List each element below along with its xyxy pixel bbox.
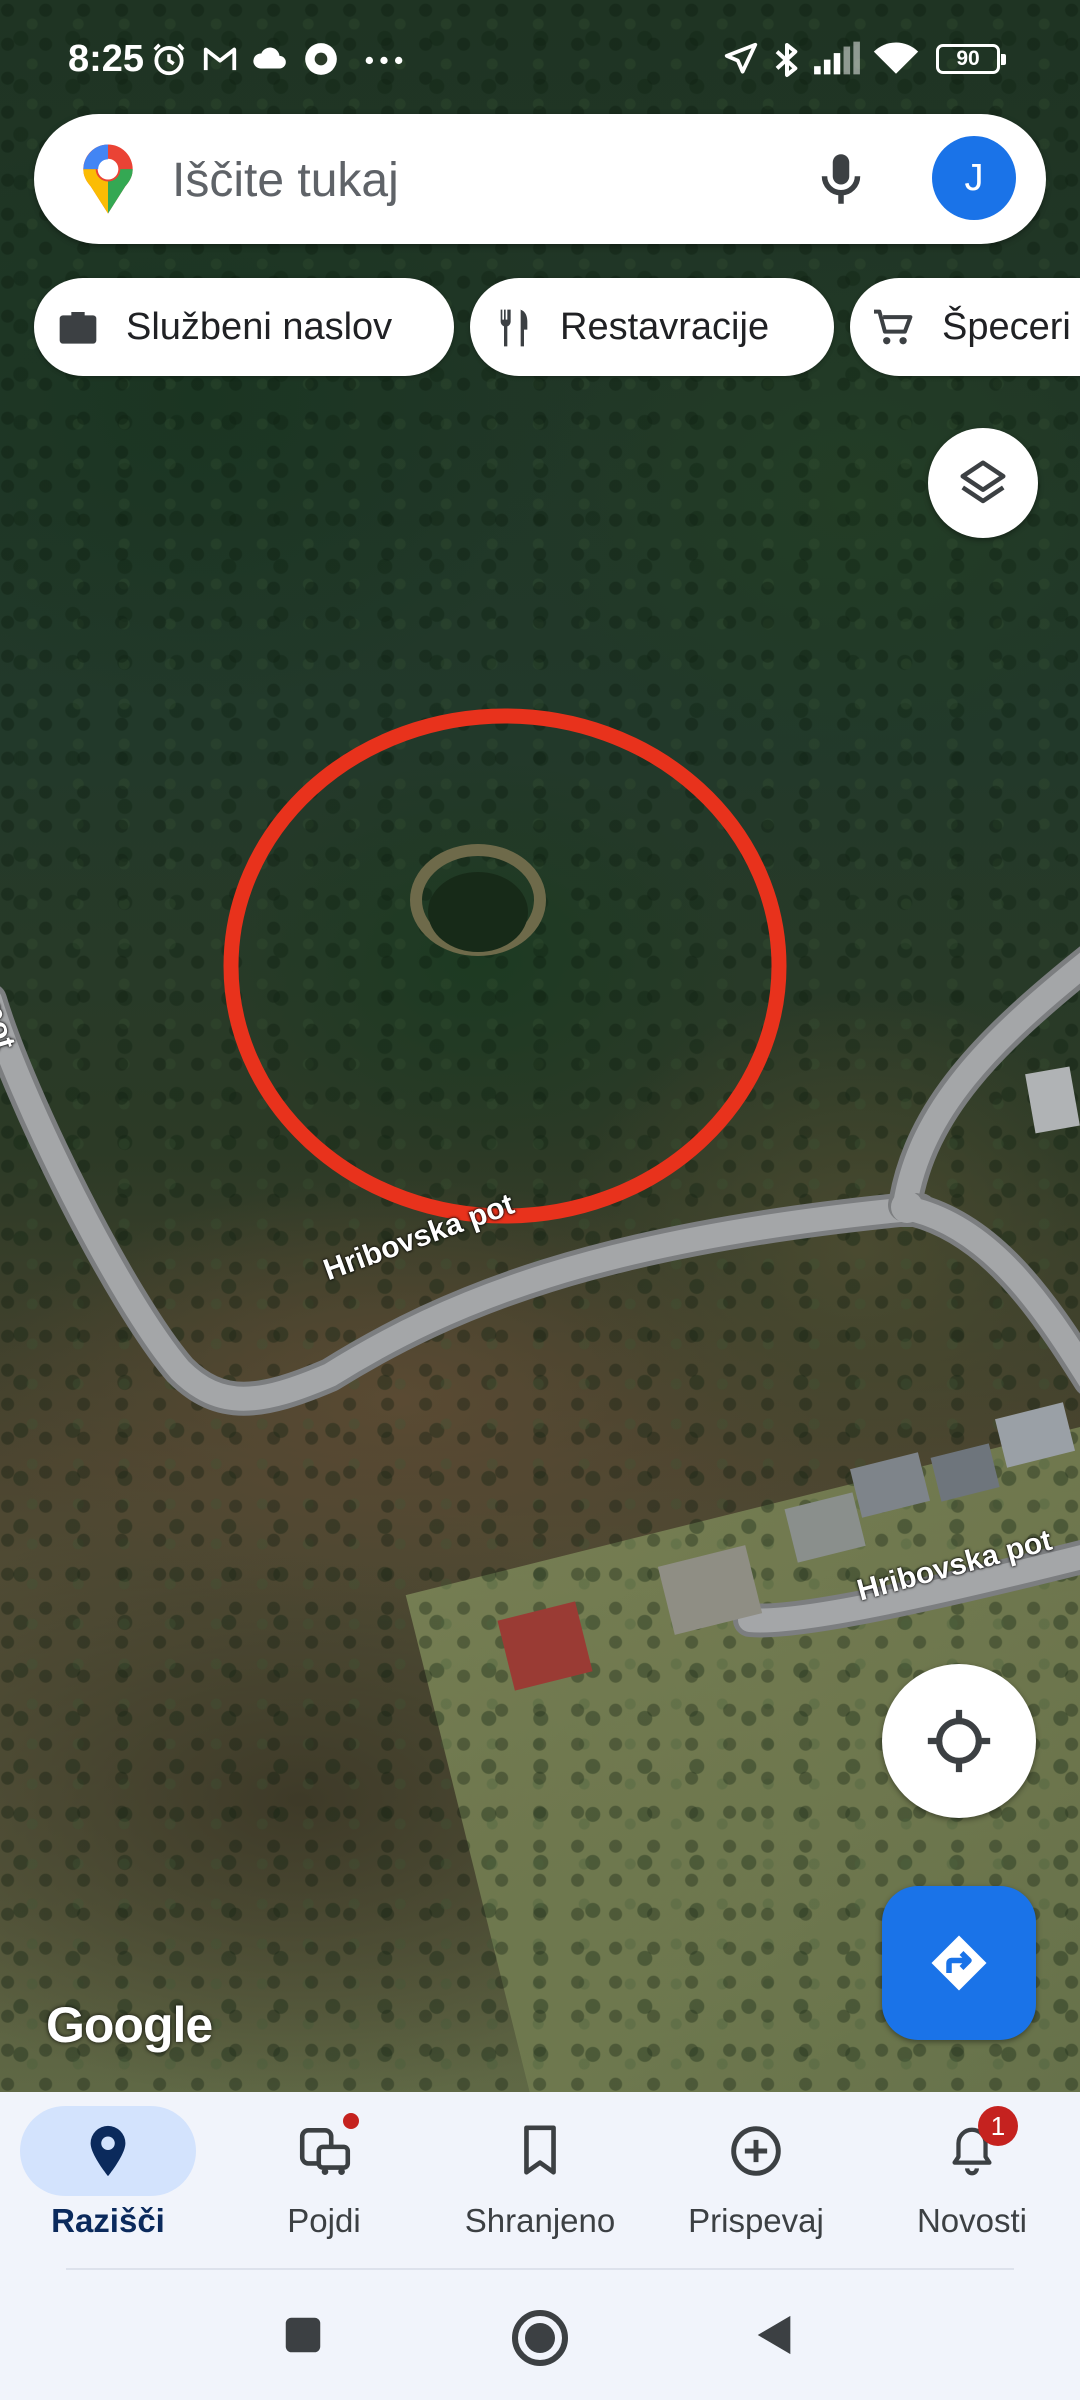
fork-knife-icon bbox=[500, 309, 528, 347]
bottom-navigation: Razišči Pojdi Shranjeno Prispevaj 1 Novo… bbox=[0, 2092, 1080, 2270]
crosshair-icon bbox=[927, 1709, 991, 1773]
road-hribovska-pot bbox=[0, 986, 937, 1416]
alarm-icon bbox=[153, 43, 185, 76]
nav-label: Prispevaj bbox=[688, 2202, 824, 2239]
nav-go[interactable]: Pojdi bbox=[216, 2092, 432, 2270]
cart-icon bbox=[874, 309, 913, 345]
layers-icon bbox=[960, 460, 1006, 504]
recents-button[interactable] bbox=[280, 2312, 326, 2358]
nav-label: Pojdi bbox=[287, 2202, 361, 2239]
nav-updates[interactable]: 1 Novosti bbox=[864, 2092, 1080, 2270]
nav-saved[interactable]: Shranjeno bbox=[432, 2092, 648, 2270]
nav-contribute[interactable]: Prispevaj bbox=[648, 2092, 864, 2270]
signal-icon bbox=[814, 41, 860, 75]
bookmark-icon bbox=[524, 2125, 556, 2175]
nav-label: Shranjeno bbox=[464, 2202, 616, 2239]
search-input[interactable] bbox=[170, 142, 794, 218]
google-logo: Google bbox=[46, 1997, 213, 2053]
chip-work-address[interactable]: Službeni naslov bbox=[34, 278, 454, 376]
directions-icon bbox=[931, 1935, 987, 1991]
chrome-icon bbox=[305, 43, 337, 75]
briefcase-icon bbox=[59, 312, 97, 344]
system-navigation-bar bbox=[0, 2270, 1080, 2400]
notification-badge: 1 bbox=[978, 2106, 1018, 2146]
chip-label: Službeni naslov bbox=[126, 306, 393, 348]
directions-button[interactable] bbox=[882, 1886, 1036, 2040]
battery-icon: 90 bbox=[936, 44, 1006, 74]
mic-icon[interactable] bbox=[808, 146, 874, 212]
chip-restaurants[interactable]: Restavracije bbox=[470, 278, 834, 376]
my-location-button[interactable] bbox=[882, 1664, 1036, 1818]
status-bar: 8:25 90 bbox=[0, 0, 1080, 110]
nav-label: Razišči bbox=[51, 2202, 165, 2239]
cloud-icon bbox=[253, 47, 286, 69]
chip-label: Špeceri bbox=[942, 306, 1071, 348]
add-circle-icon bbox=[731, 2126, 781, 2176]
home-button[interactable] bbox=[510, 2308, 570, 2368]
nav-label: Novosti bbox=[916, 2202, 1028, 2239]
buildings bbox=[497, 1066, 1080, 1691]
layers-button[interactable] bbox=[928, 428, 1038, 538]
avatar[interactable]: J bbox=[932, 136, 1016, 220]
wifi-icon bbox=[873, 42, 919, 74]
back-button[interactable] bbox=[752, 2312, 798, 2358]
notification-dot bbox=[343, 2113, 359, 2129]
gmail-icon bbox=[203, 47, 237, 71]
highlight-circle bbox=[223, 708, 787, 1224]
road-branch-east bbox=[898, 1193, 1080, 1394]
commute-icon bbox=[299, 2128, 351, 2176]
status-time: 8:25 bbox=[68, 38, 145, 80]
nav-explore[interactable]: Razišči bbox=[0, 2092, 216, 2270]
search-bar[interactable]: J bbox=[34, 114, 1046, 244]
chip-groceries[interactable]: Špeceri bbox=[850, 278, 1080, 376]
place-pin-icon bbox=[90, 2125, 126, 2177]
chip-label: Restavracije bbox=[560, 306, 770, 348]
bluetooth-icon bbox=[775, 43, 798, 77]
google-maps-logo-icon bbox=[83, 144, 133, 214]
more-dots-icon bbox=[365, 56, 403, 65]
location-arrow-icon bbox=[724, 42, 758, 74]
